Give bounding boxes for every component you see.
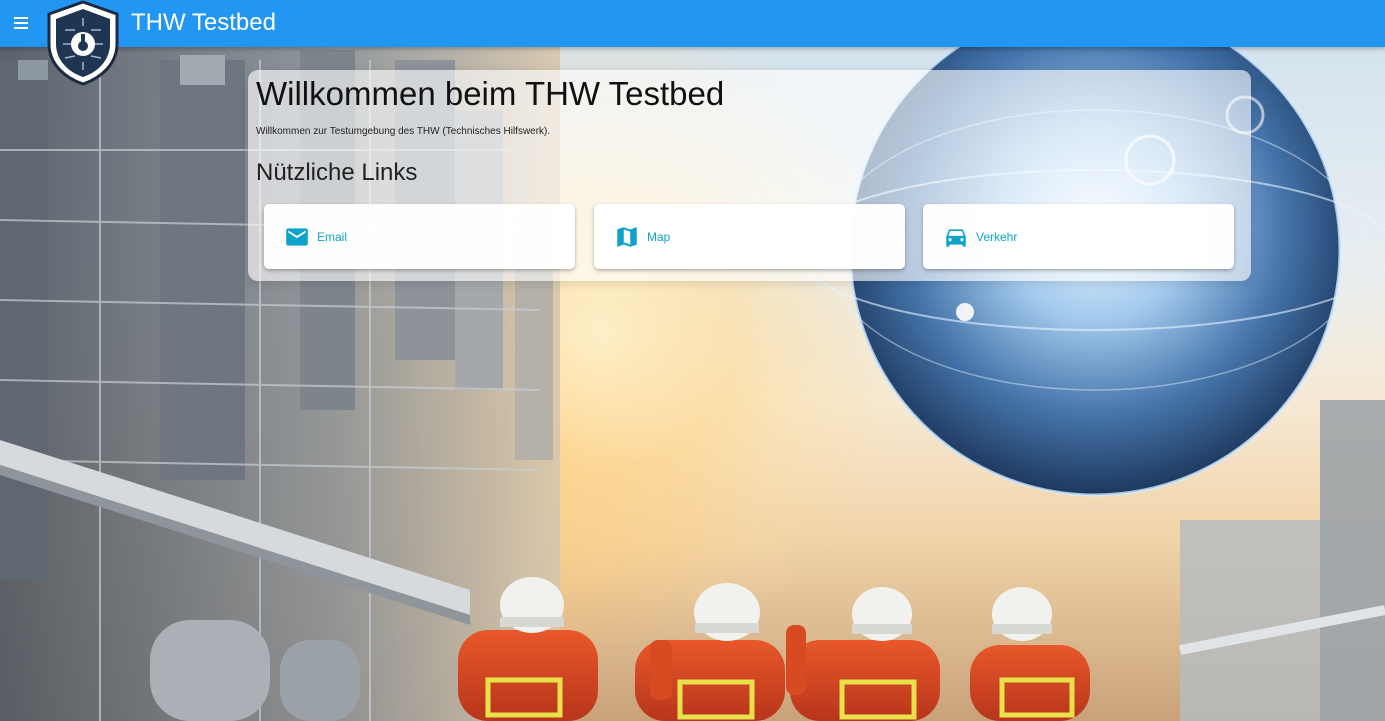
link-label-map: Map (647, 230, 671, 244)
map-icon (614, 224, 640, 250)
page-title: Willkommen beim THW Testbed (256, 75, 725, 112)
email-icon (284, 224, 310, 250)
link-label-email: Email (317, 230, 348, 244)
link-card-email[interactable]: Email (264, 204, 575, 269)
app-title: THW Testbed (131, 9, 276, 36)
menu-icon-line (14, 22, 28, 24)
menu-button[interactable] (8, 10, 34, 36)
link-label-verkehr: Verkehr (976, 230, 1018, 244)
link-card-map[interactable]: Map (594, 204, 905, 269)
link-cards: Email Map Verkehr (264, 204, 1235, 269)
links-heading: Nützliche Links (256, 159, 418, 186)
menu-icon-line (14, 17, 28, 19)
app-bar: THW Testbed (0, 0, 1385, 47)
welcome-description: Willkommen zur Testumgebung des THW (Tec… (256, 126, 551, 137)
car-icon (943, 224, 969, 250)
link-card-verkehr[interactable]: Verkehr (923, 204, 1234, 269)
welcome-panel: Willkommen beim THW Testbed Willkommen z… (248, 70, 1251, 281)
menu-icon-line (14, 27, 28, 29)
shield-logo-icon (45, 0, 121, 86)
